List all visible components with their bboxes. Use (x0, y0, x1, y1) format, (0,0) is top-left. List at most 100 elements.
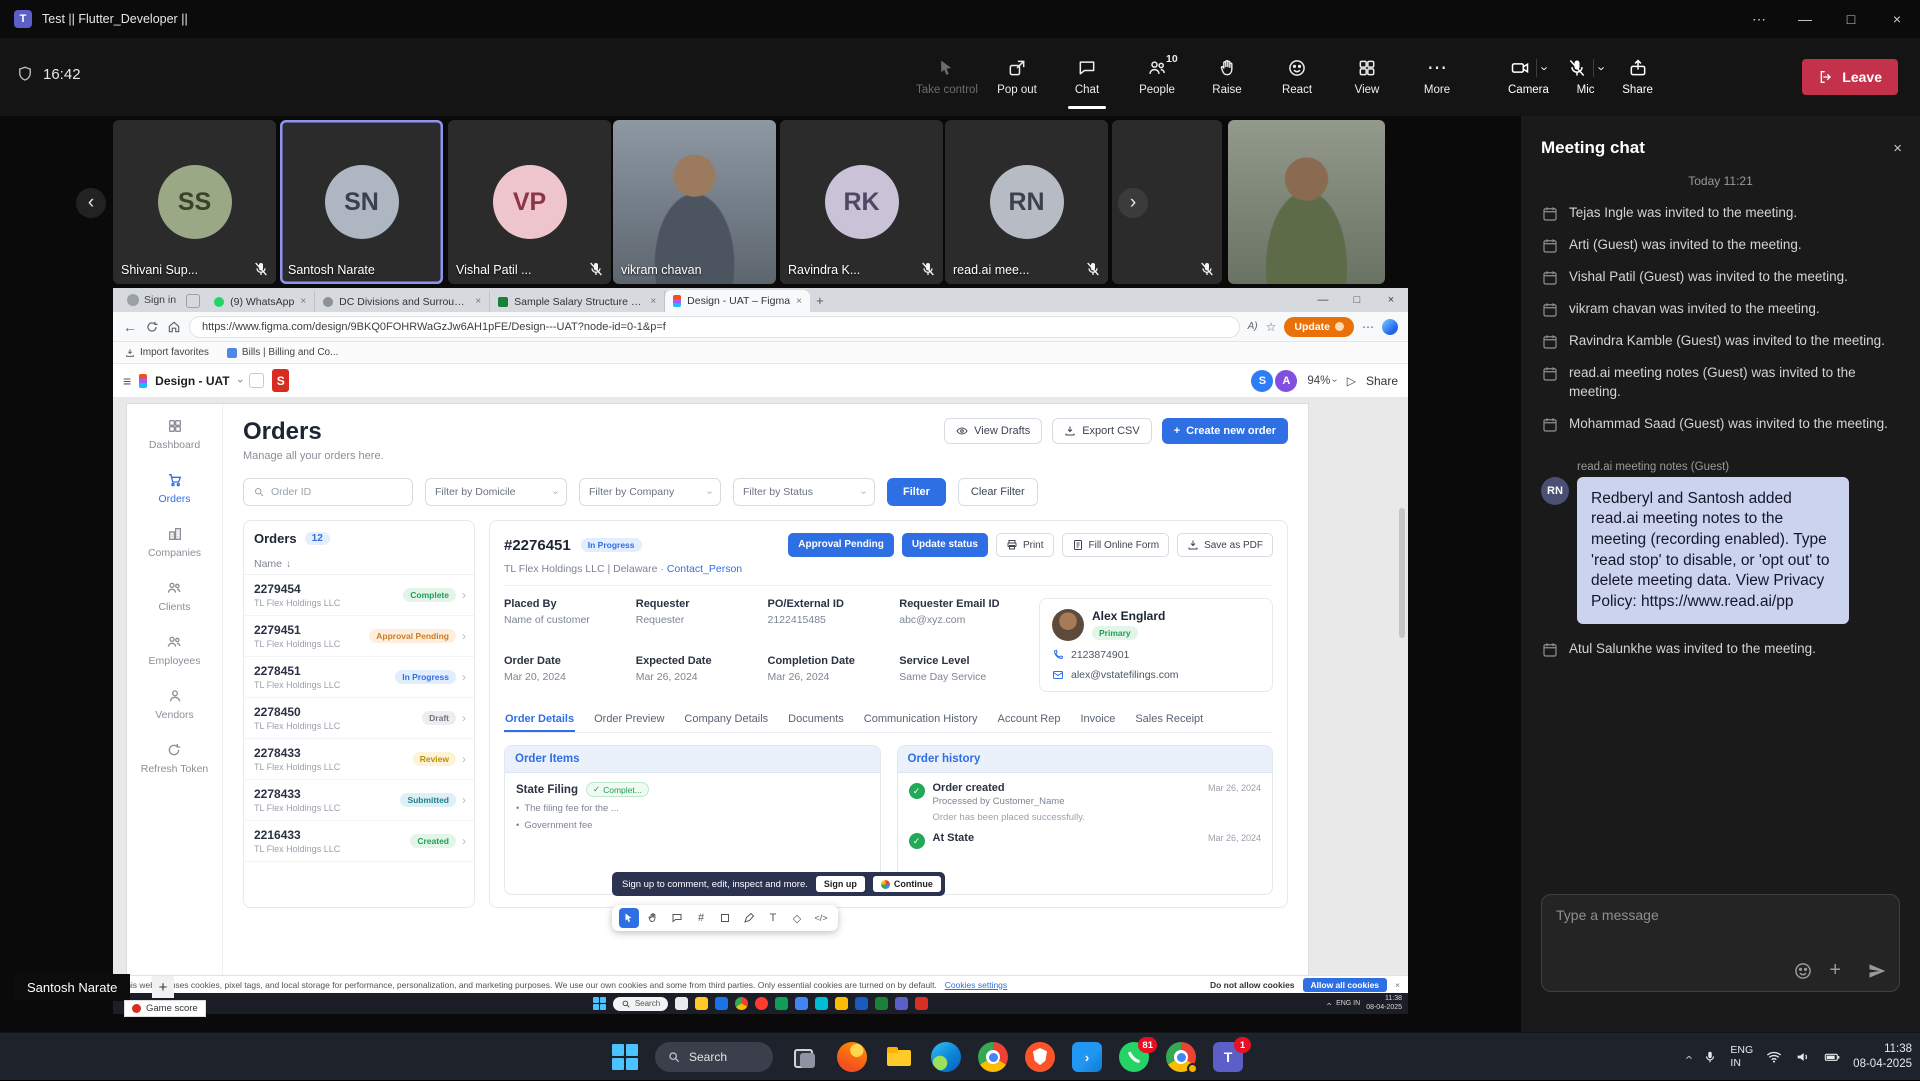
shape-tool-icon[interactable] (715, 908, 735, 928)
approval-pending-button[interactable]: Approval Pending (788, 533, 894, 557)
filter-domicile-select[interactable]: Filter by Domicile › (425, 478, 567, 506)
browser-profile-chip[interactable]: Sign in (119, 290, 184, 310)
tab-company-details[interactable]: Company Details (683, 706, 769, 732)
filmstrip-scroll-right-button[interactable]: › (1118, 188, 1148, 218)
fill-online-form-button[interactable]: Fill Online Form (1062, 533, 1170, 557)
share-button[interactable]: Share (1618, 44, 1657, 110)
app-icon[interactable] (775, 997, 788, 1010)
doc-title-chevron-icon[interactable]: › (233, 379, 245, 383)
order-row[interactable]: 2278450TL Flex Holdings LLC Draft › (244, 698, 474, 739)
order-row[interactable]: 2279451TL Flex Holdings LLC Approval Pen… (244, 616, 474, 657)
edge-update-button[interactable]: Update (1284, 317, 1354, 337)
app-icon[interactable] (855, 997, 868, 1010)
view-drafts-button[interactable]: View Drafts (944, 418, 1042, 444)
order-id-input[interactable]: Order ID (243, 478, 413, 506)
tab-invoice[interactable]: Invoice (1079, 706, 1116, 732)
sidebar-item-dashboard[interactable]: Dashboard (149, 418, 200, 451)
start-icon[interactable] (593, 997, 606, 1010)
search-pill[interactable]: Search (613, 997, 668, 1011)
pages-panel-icon[interactable] (249, 373, 264, 388)
pen-tool-icon[interactable] (739, 908, 759, 928)
maximize-button[interactable]: □ (1828, 0, 1874, 38)
volume-icon[interactable] (1795, 1049, 1811, 1065)
whatsapp-icon[interactable]: 81 (1119, 1042, 1149, 1072)
tab-salary-sheet[interactable]: Sample Salary Structure with calc × (490, 291, 665, 312)
app-icon[interactable] (875, 997, 888, 1010)
take-control-button[interactable]: Take control (912, 44, 982, 110)
back-icon[interactable]: ← (123, 319, 137, 335)
mic-chevron-icon[interactable]: › (1595, 66, 1610, 70)
task-view-icon[interactable] (790, 1042, 820, 1072)
browser-close-button[interactable]: × (1374, 288, 1408, 312)
tab-whatsapp[interactable]: (9) WhatsApp × (206, 291, 315, 312)
app-icon[interactable] (755, 997, 768, 1010)
file-explorer-icon[interactable] (884, 1042, 914, 1072)
column-name[interactable]: Name (254, 558, 282, 570)
more-button[interactable]: ⋯ More (1402, 44, 1472, 110)
deny-cookies-button[interactable]: Do not allow cookies (1210, 980, 1295, 990)
participant-tile-spotlight[interactable] (1228, 120, 1385, 284)
chat-close-icon[interactable]: × (1893, 140, 1902, 157)
tab-close-icon[interactable]: × (796, 296, 802, 307)
contact-person-link[interactable]: Contact_Person (667, 563, 742, 575)
app-icon[interactable] (695, 997, 708, 1010)
app-icon[interactable] (815, 997, 828, 1010)
app-icon[interactable] (895, 997, 908, 1010)
dev-mode-code-icon[interactable]: </> (811, 908, 831, 928)
figma-canvas[interactable]: Dashboard Orders Companies Clients (113, 398, 1408, 975)
tab-close-icon[interactable]: × (650, 296, 656, 307)
new-tab-button[interactable]: + (810, 290, 830, 310)
tab-communication-history[interactable]: Communication History (863, 706, 979, 732)
signup-button[interactable]: Sign up (816, 876, 865, 892)
contact-phone[interactable]: 2123874901 (1052, 649, 1260, 661)
move-tool-icon[interactable] (619, 908, 639, 928)
favorite-star-icon[interactable]: ☆ (1266, 320, 1277, 334)
taskbar-search[interactable]: Search (655, 1042, 773, 1072)
update-status-button[interactable]: Update status (902, 533, 988, 557)
send-icon[interactable] (1867, 961, 1887, 981)
present-icon[interactable]: ▷ (1347, 374, 1356, 388)
camera-chevron-icon[interactable]: › (1537, 66, 1552, 70)
tab-dc-divisions[interactable]: DC Divisions and Surroundings × (315, 291, 490, 312)
sidebar-item-orders[interactable]: Orders (158, 472, 190, 505)
close-button[interactable]: × (1874, 0, 1920, 38)
order-row[interactable]: 2278433TL Flex Holdings LLC Review › (244, 739, 474, 780)
presenter-plus-chip[interactable]: + (152, 976, 174, 998)
order-row[interactable]: 2278433TL Flex Holdings LLC Submitted › (244, 780, 474, 821)
app-icon[interactable] (675, 997, 688, 1010)
tab-order-details[interactable]: Order Details (504, 706, 575, 732)
tab-close-icon[interactable]: × (300, 296, 306, 307)
tab-figma-active[interactable]: Design - UAT – Figma × (665, 290, 810, 312)
participant-tile-ravindra[interactable]: RK Ravindra K... (780, 120, 943, 284)
hand-tool-icon[interactable] (643, 908, 663, 928)
emoji-icon[interactable] (1793, 961, 1813, 981)
participant-tile-vikram[interactable]: vikram chavan (613, 120, 776, 284)
app-icon[interactable] (795, 997, 808, 1010)
text-tool-icon[interactable]: T (763, 908, 783, 928)
brave-icon[interactable] (1025, 1042, 1055, 1072)
start-button[interactable] (612, 1044, 638, 1070)
app-icon[interactable] (715, 997, 728, 1010)
tray-chevron-icon[interactable]: › (1324, 1002, 1334, 1005)
browser-maximize-button[interactable]: □ (1340, 288, 1374, 312)
leave-button[interactable]: Leave (1802, 59, 1898, 95)
export-csv-button[interactable]: Export CSV (1052, 418, 1151, 444)
participant-tile-shivani[interactable]: SS Shivani Sup... (113, 120, 276, 284)
participant-tile-santosh[interactable]: SN Santosh Narate (280, 120, 443, 284)
frame-tool-icon[interactable]: # (691, 908, 711, 928)
canvas-scrollbar[interactable] (1399, 508, 1405, 638)
tab-close-icon[interactable]: × (475, 296, 481, 307)
import-favorites-item[interactable]: Import favorites (125, 347, 209, 358)
react-button[interactable]: React (1262, 44, 1332, 110)
sidebar-item-companies[interactable]: Companies (148, 526, 201, 559)
message-input[interactable]: Type a message + (1541, 894, 1900, 992)
filter-button[interactable]: Filter (887, 478, 946, 506)
home-icon[interactable] (167, 320, 181, 334)
filmstrip-scroll-left-button[interactable]: ‹ (76, 188, 106, 218)
window-menu-icon[interactable]: ⋯ (1736, 0, 1782, 38)
zoom-control[interactable]: 94% › (1307, 375, 1336, 387)
figma-doc-title[interactable]: Design - UAT (155, 374, 229, 388)
chat-button[interactable]: Chat (1052, 44, 1122, 110)
figma-share-button[interactable]: Share (1366, 374, 1398, 388)
figma-menu-icon[interactable]: ≡ (123, 373, 131, 389)
